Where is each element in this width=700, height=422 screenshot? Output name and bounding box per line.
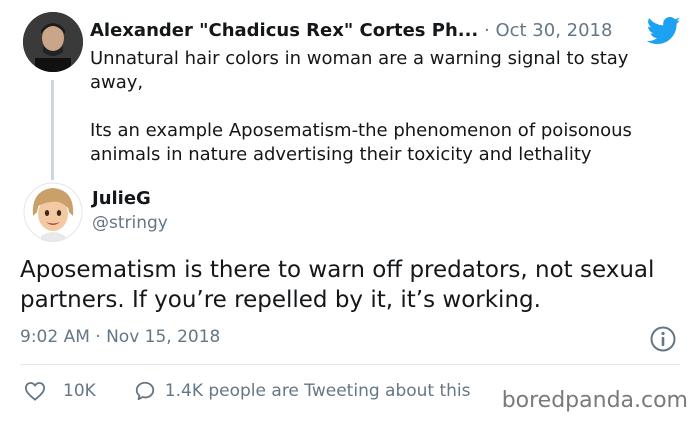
info-icon[interactable] bbox=[650, 326, 676, 352]
speech-bubble-icon bbox=[135, 381, 154, 401]
quoted-tweet-paragraph-2: Its an example Aposematism-the phenomeno… bbox=[90, 120, 632, 165]
conversation-action[interactable]: 1.4K people are Tweeting about this bbox=[134, 380, 471, 402]
twitter-bird-icon bbox=[647, 16, 681, 45]
watermark: boredpanda.com bbox=[499, 388, 690, 413]
tweet-actions: 10K 1.4K people are Tweeting about this bbox=[20, 377, 471, 405]
conversation-text: 1.4K people are Tweeting about this bbox=[164, 381, 471, 401]
thread-connector-line bbox=[51, 80, 54, 180]
reply-timestamp[interactable]: 9:02 AM · Nov 15, 2018 bbox=[20, 327, 220, 347]
avatar-photo-icon bbox=[23, 12, 83, 72]
divider bbox=[20, 364, 680, 365]
bitmoji-avatar-icon bbox=[23, 182, 83, 242]
quoted-tweet-date[interactable]: · Oct 30, 2018 bbox=[484, 20, 612, 41]
avatar-alexander[interactable] bbox=[23, 12, 83, 72]
quoted-author-name[interactable]: Alexander "Chadicus Rex" Cortes Ph... bbox=[90, 20, 478, 41]
heart-icon bbox=[24, 382, 46, 401]
avatar-julieg[interactable] bbox=[23, 182, 83, 242]
reply-author-handle[interactable]: @stringy bbox=[92, 213, 168, 233]
quoted-tweet-header: Alexander "Chadicus Rex" Cortes Ph... · … bbox=[90, 20, 612, 41]
quoted-tweet-paragraph-1: Unnatural hair colors in woman are a war… bbox=[90, 48, 629, 93]
reply-author-name[interactable]: JulieG bbox=[92, 188, 151, 209]
quoted-tweet-body: Unnatural hair colors in woman are a war… bbox=[90, 47, 680, 191]
like-count: 10K bbox=[63, 381, 96, 401]
like-action[interactable]: 10K bbox=[24, 381, 96, 401]
reply-tweet-text: Aposematism is there to warn off predato… bbox=[20, 257, 655, 313]
